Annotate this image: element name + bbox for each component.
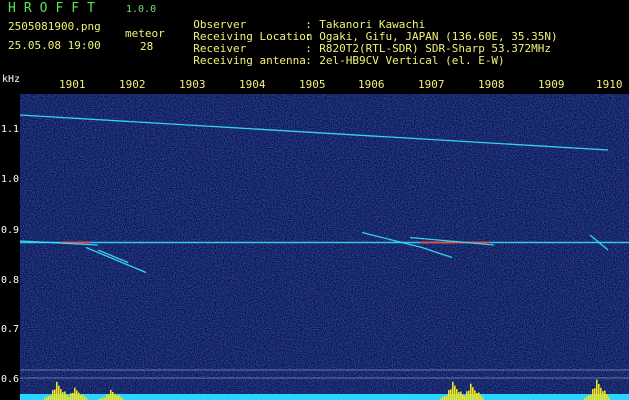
amplitude-bar [60, 389, 62, 400]
y-tick-label: 0.7 [1, 324, 20, 335]
amplitude-bar [476, 392, 478, 400]
amplitude-bar [596, 379, 598, 400]
capture-filename: 2505081900.png [8, 20, 101, 33]
amplitude-bar [464, 395, 466, 400]
spectrogram-plot [20, 94, 629, 400]
amplitude-bar [50, 395, 52, 400]
amplitude-bar [58, 385, 60, 400]
amplitude-bar [114, 393, 116, 400]
info-value: 2el-HB9CV Vertical (el. E-W) [319, 54, 505, 67]
meteor-count-label: meteor [125, 27, 165, 40]
y-axis-unit: kHz [2, 74, 21, 85]
amplitude-bar [604, 390, 606, 400]
app-version: 1.0.0 [126, 4, 157, 15]
x-tick-label: 1904 [239, 78, 266, 91]
amplitude-bar [62, 392, 64, 400]
capture-datetime: 25.05.08 19:00 [8, 39, 101, 52]
amplitude-bar [586, 396, 588, 400]
amplitude-bar [72, 392, 74, 400]
amplitude-bar [472, 387, 474, 400]
amplitude-bar [590, 394, 592, 400]
amplitude-bar [80, 394, 82, 400]
info-key: Receiving antenna [193, 54, 306, 67]
amplitude-bar [592, 389, 594, 400]
y-tick-label: 0.9 [1, 225, 20, 236]
amplitude-bar [78, 392, 80, 400]
amplitude-bar [450, 389, 452, 400]
app-title: HROFFT [8, 1, 103, 16]
amplitude-bar [478, 392, 480, 400]
amplitude-bar [76, 390, 78, 400]
y-tick-label: 1.1 [1, 124, 20, 135]
amplitude-bar [82, 394, 84, 400]
x-tick-label: 1909 [538, 78, 565, 91]
x-tick-label: 1903 [179, 78, 206, 91]
amplitude-bar [446, 395, 448, 400]
x-tick-label: 1901 [59, 78, 86, 91]
amplitude-bar [108, 394, 110, 400]
x-tick-label: 1906 [358, 78, 385, 91]
amplitude-bar [106, 394, 108, 400]
x-tick-label: 1907 [418, 78, 445, 91]
amplitude-bar [74, 387, 76, 400]
y-tick-label: 0.6 [1, 374, 20, 385]
x-tick-label: 1908 [478, 78, 505, 91]
amplitude-bar [462, 396, 464, 400]
amplitude-bar [480, 395, 482, 400]
info-sep: : [305, 54, 312, 67]
x-tick-label: 1905 [299, 78, 326, 91]
amplitude-bar [600, 387, 602, 400]
spectrogram-noise [20, 94, 629, 400]
amplitude-bar [84, 396, 86, 400]
amplitude-bar [448, 390, 450, 400]
amplitude-bar [474, 390, 476, 400]
amplitude-bar [602, 391, 604, 400]
amplitude-bar [70, 393, 72, 400]
y-tick-label: 1.0 [1, 174, 20, 185]
amplitude-bar [466, 391, 468, 400]
amplitude-bar [456, 389, 458, 400]
amplitude-bar [588, 395, 590, 400]
amplitude-bar [56, 381, 58, 400]
amplitude-bar [54, 389, 56, 400]
x-tick-label: 1910 [596, 78, 623, 91]
amplitude-bar [468, 390, 470, 400]
amplitude-bar [116, 395, 118, 400]
amplitude-bar [452, 381, 454, 400]
amplitude-bar [454, 385, 456, 400]
amplitude-bar [112, 391, 114, 400]
amplitude-bar [598, 383, 600, 400]
amplitude-bar [606, 394, 608, 400]
amplitude-bar [470, 383, 472, 400]
amplitude-bar [110, 389, 112, 400]
amplitude-bar [48, 395, 50, 400]
amplitude-bar [594, 388, 596, 400]
amplitude-bar [444, 395, 446, 400]
y-tick-label: 0.8 [1, 275, 20, 286]
amplitude-bar [52, 390, 54, 400]
amplitude-bar [118, 395, 120, 400]
info-row-antenna: Receiving antenna: 2el-HB9CV Vertical (el… [180, 41, 505, 67]
x-tick-label: 1902 [119, 78, 146, 91]
meteor-count-value: 28 [140, 40, 154, 53]
